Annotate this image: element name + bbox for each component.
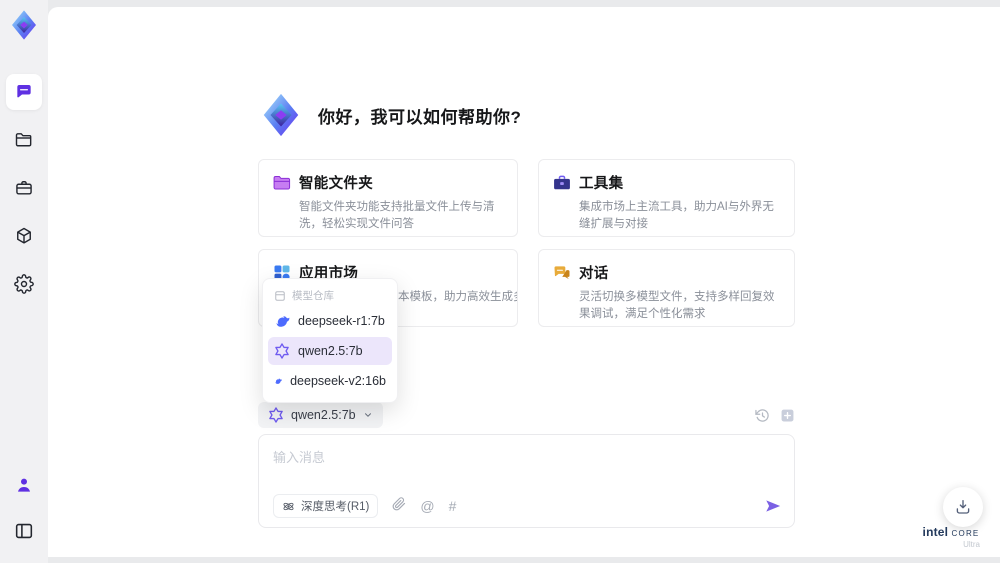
briefcase-icon	[16, 181, 32, 195]
history-icon	[755, 408, 769, 422]
dialog-icon	[554, 266, 570, 280]
sidebar-bottom	[6, 467, 42, 549]
sidebar-item-app-market[interactable]	[6, 218, 42, 254]
composer-toolbar: 深度思考(R1) @ #	[273, 494, 782, 518]
app-window: 你好，我可以如何帮助你? 智能文件夹 智能文件夹功能支持批量文件上传与清洗，轻松…	[0, 0, 1000, 563]
card-title: 工具集	[579, 176, 624, 192]
folder-icon	[15, 133, 32, 147]
repository-icon	[275, 290, 285, 301]
history-button[interactable]	[755, 408, 770, 423]
app-logo	[7, 8, 41, 42]
deepseek-icon	[275, 378, 282, 384]
qwen-icon	[275, 343, 289, 359]
card-desc: 智能文件夹功能支持批量文件上传与清洗，轻松实现文件问答	[299, 201, 495, 231]
new-chat-button[interactable]	[780, 408, 795, 423]
smart-folder-icon	[273, 176, 291, 190]
download-icon	[956, 499, 970, 514]
intel-core-logo: intel core	[914, 525, 988, 539]
toolset-icon	[554, 175, 570, 190]
model-option-label: qwen2.5:7b	[298, 344, 363, 358]
greeting-title: 你好，我可以如何帮助你?	[318, 107, 522, 127]
deepseek-icon	[276, 316, 290, 327]
sidebar-item-settings[interactable]	[6, 266, 42, 302]
card-smart-folder[interactable]: 智能文件夹 智能文件夹功能支持批量文件上传与清洗，轻松实现文件问答	[258, 159, 518, 237]
model-option-deepseek-r1[interactable]: deepseek-r1:7b	[268, 307, 392, 335]
card-title: 对话	[579, 266, 609, 282]
intel-wordmark: intel	[922, 525, 949, 539]
model-dropdown: 模型仓库 deepseek-r1:7b qwen2.5:7b deepseek-…	[262, 278, 398, 403]
deep-think-atom-icon	[283, 502, 294, 510]
model-selector-row: qwen2.5:7b	[258, 402, 795, 428]
chat-bubble-icon	[17, 85, 31, 98]
plus-square-icon	[781, 409, 794, 421]
message-input[interactable]: 输入消息	[259, 435, 794, 478]
card-dialog[interactable]: 对话 灵活切换多模型文件，支持多样回复效果调试，满足个性化需求	[538, 249, 795, 327]
sidebar-nav	[6, 74, 42, 302]
download-button[interactable]	[943, 487, 983, 527]
paperclip-icon	[392, 496, 406, 510]
sidebar-item-profile[interactable]	[6, 467, 42, 503]
chevron-down-icon	[364, 413, 371, 417]
hash-icon[interactable]: #	[449, 499, 457, 513]
selected-model-label: qwen2.5:7b	[291, 408, 356, 422]
intel-core-badge: intel core Ultra	[914, 525, 988, 549]
model-option-qwen[interactable]: qwen2.5:7b	[268, 337, 392, 365]
send-button[interactable]	[764, 497, 782, 515]
greeting-logo-icon	[263, 93, 299, 137]
sidebar	[0, 0, 48, 563]
panel-icon	[15, 523, 33, 539]
deep-think-label: 深度思考(R1)	[301, 501, 370, 513]
model-dropdown-header: 模型仓库	[268, 284, 392, 305]
cube-icon	[17, 227, 31, 244]
message-composer[interactable]: 输入消息 深度思考(R1) @ #	[258, 434, 795, 528]
core-wordmark: core	[951, 525, 980, 539]
user-icon	[18, 478, 30, 492]
card-desc: 集成市场上主流工具，助力AI与外界无缝扩展与对接	[579, 201, 774, 231]
send-icon	[766, 500, 781, 512]
gear-icon	[14, 274, 34, 294]
greeting: 你好，我可以如何帮助你?	[258, 92, 521, 138]
card-title: 智能文件夹	[299, 176, 373, 192]
logo-diamond-icon	[12, 10, 36, 40]
intel-tier-label: Ultra	[963, 540, 980, 549]
card-toolset[interactable]: 工具集 集成市场上主流工具，助力AI与外界无缝扩展与对接	[538, 159, 795, 237]
card-desc: 灵活切换多模型文件，支持多样回复效果调试，满足个性化需求	[579, 291, 775, 321]
mention-icon[interactable]: @	[420, 499, 434, 513]
model-option-label: deepseek-v2:16b	[290, 374, 386, 388]
attach-file-button[interactable]	[392, 496, 406, 516]
sidebar-item-folders[interactable]	[6, 122, 42, 158]
deep-think-toggle[interactable]: 深度思考(R1)	[273, 494, 379, 518]
model-dropdown-header-label: 模型仓库	[292, 290, 334, 302]
sidebar-item-chat[interactable]	[6, 74, 42, 110]
qwen-icon	[269, 407, 283, 423]
model-selector-button[interactable]: qwen2.5:7b	[258, 402, 383, 428]
sidebar-item-panel-toggle[interactable]	[6, 513, 42, 549]
model-option-label: deepseek-r1:7b	[298, 314, 385, 328]
model-option-deepseek-v2[interactable]: deepseek-v2:16b	[268, 367, 392, 395]
main-surface: 你好，我可以如何帮助你? 智能文件夹 智能文件夹功能支持批量文件上传与清洗，轻松…	[48, 7, 1000, 557]
sidebar-item-toolset[interactable]	[6, 170, 42, 206]
conversation-actions	[755, 408, 795, 423]
